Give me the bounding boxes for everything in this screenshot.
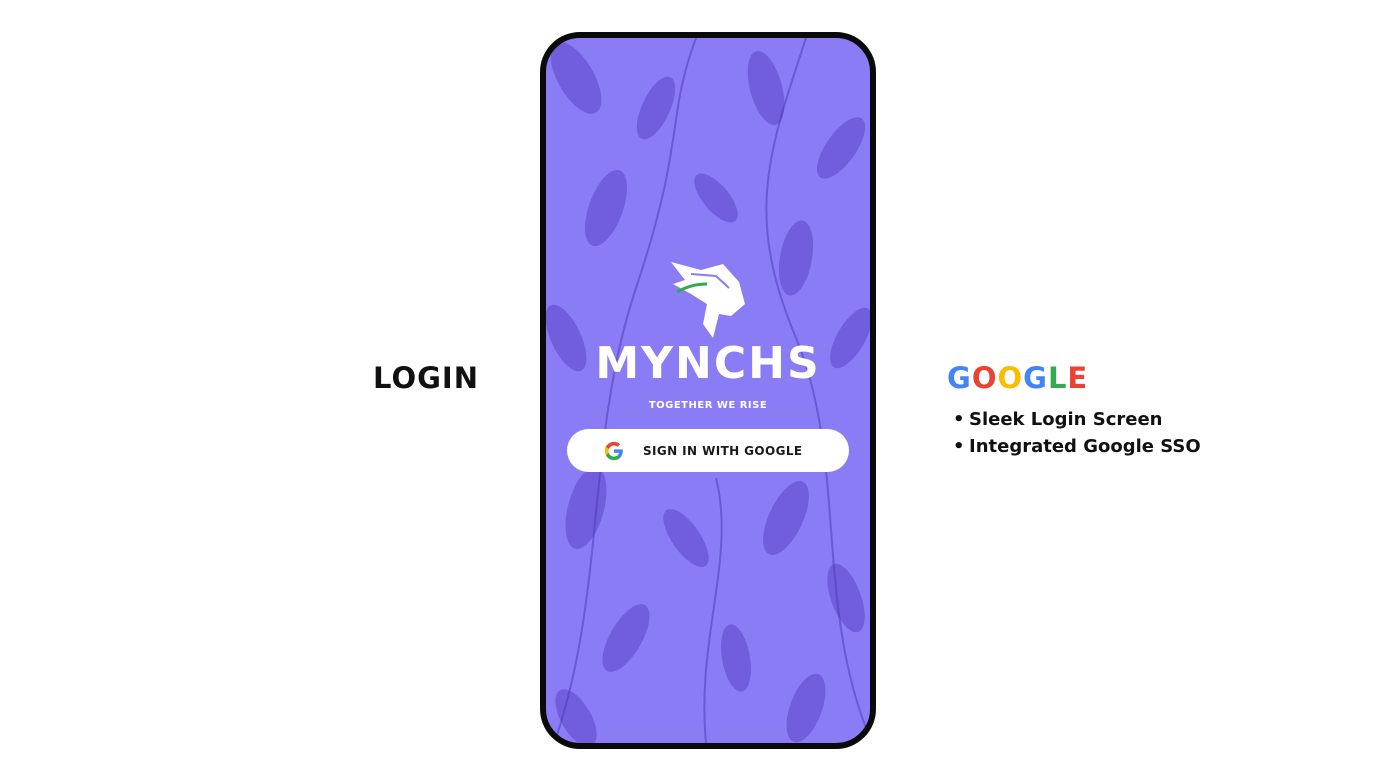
login-label: LOGIN (373, 361, 479, 395)
google-signin-button[interactable]: SIGN IN WITH GOOGLE (567, 429, 849, 472)
google-letter: L (1047, 361, 1068, 395)
google-letter: O (971, 361, 998, 395)
google-letter: O (997, 361, 1024, 395)
app-name: MYNCHS (595, 338, 821, 389)
leaf-pattern-background (546, 38, 870, 743)
app-tagline: TOGETHER WE RISE (648, 400, 768, 411)
google-letter: G (1023, 361, 1048, 395)
signin-button-label: SIGN IN WITH GOOGLE (643, 443, 803, 458)
google-letter: G (947, 361, 972, 395)
phone-frame: MYNCHS TOGETHER WE RISE SIGN IN WITH GOO… (540, 32, 876, 749)
feature-text: Integrated Google SSO (969, 436, 1201, 457)
feature-text: Sleek Login Screen (969, 409, 1163, 430)
feature-item: • Integrated Google SSO (953, 433, 1201, 460)
lion-head-icon (671, 262, 745, 338)
feature-list: • Sleek Login Screen • Integrated Google S… (953, 406, 1201, 460)
bullet-icon: • (953, 436, 965, 457)
feature-item: • Sleek Login Screen (953, 406, 1201, 433)
bullet-icon: • (953, 409, 965, 430)
google-heading: GOOGLE (947, 361, 1088, 395)
google-letter: E (1067, 361, 1089, 395)
google-g-icon (604, 441, 623, 460)
